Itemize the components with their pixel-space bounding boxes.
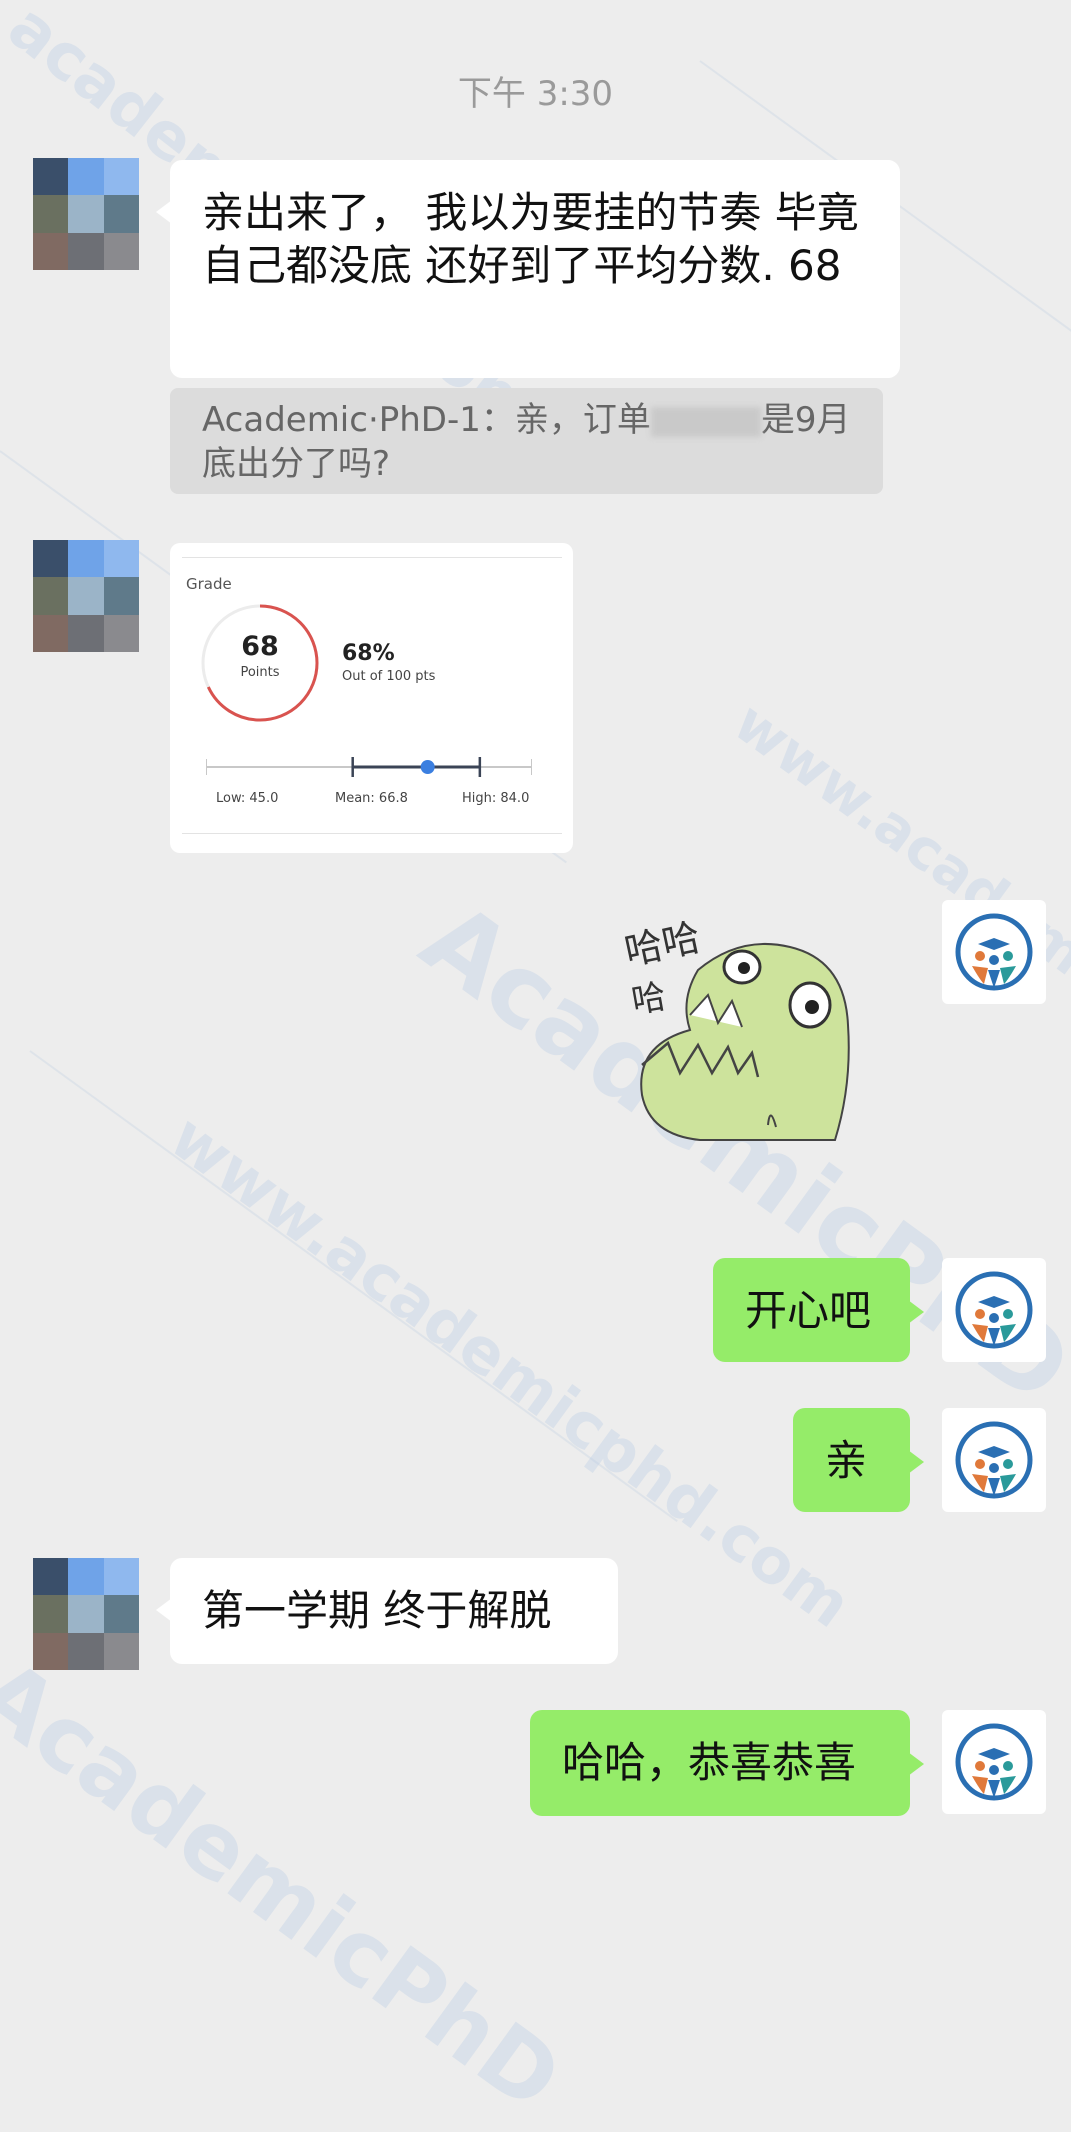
grade-points-label: Points bbox=[240, 665, 280, 680]
my-avatar[interactable] bbox=[942, 900, 1046, 1004]
redacted-order-number bbox=[650, 406, 761, 437]
grade-label: Grade bbox=[186, 575, 232, 593]
message-bubble[interactable]: 哈哈，恭喜恭喜 bbox=[530, 1710, 924, 1816]
grade-low-label: Low: 45.0 bbox=[216, 791, 279, 806]
my-avatar[interactable] bbox=[942, 1258, 1046, 1362]
grade-ring bbox=[201, 604, 319, 722]
message-bubble[interactable]: 亲 bbox=[793, 1408, 924, 1512]
my-avatar[interactable] bbox=[942, 1710, 1046, 1814]
message-bubble[interactable]: 开心吧 bbox=[713, 1258, 924, 1362]
contact-avatar[interactable] bbox=[33, 540, 139, 652]
message-text: 亲 bbox=[825, 1436, 868, 1485]
grade-out-of: Out of 100 pts bbox=[342, 669, 436, 684]
message-text: 开心吧 bbox=[745, 1286, 872, 1335]
quoted-message[interactable]: Academic·PhD-1：亲，订单 是9月底出分了吗? bbox=[170, 388, 883, 494]
academicphd-logo-icon bbox=[955, 1271, 1033, 1349]
message-text: 哈哈，恭喜恭喜 bbox=[562, 1738, 857, 1787]
grade-percent: 68% bbox=[342, 641, 395, 666]
laughing-dinosaur-sticker[interactable]: 哈哈 哈 bbox=[620, 905, 865, 1145]
sticker-text: 哈哈 bbox=[621, 915, 705, 974]
score-dot bbox=[420, 760, 435, 774]
grade-distribution-slider bbox=[206, 757, 532, 777]
grade-card-image[interactable]: Grade 68 Points 68% Out of 100 pts Low: … bbox=[170, 543, 573, 853]
contact-avatar[interactable] bbox=[33, 158, 139, 270]
sticker-text: 哈 bbox=[629, 977, 669, 1022]
grade-points: 68 bbox=[241, 631, 279, 662]
academicphd-logo-icon bbox=[955, 1421, 1033, 1499]
timestamp: 下午 3:30 bbox=[457, 74, 614, 114]
grade-mean-label: Mean: 66.8 bbox=[335, 791, 408, 806]
academicphd-logo-icon bbox=[955, 913, 1033, 991]
message-text: 亲出来了， 我以为要挂的节奏 毕竟自己都没底 还好到了平均分数. 68 bbox=[202, 188, 859, 290]
grade-high-label: High: 84.0 bbox=[462, 791, 530, 806]
watermark: AcademicPhD bbox=[0, 1640, 580, 2132]
contact-avatar[interactable] bbox=[33, 1558, 139, 1670]
message-bubble[interactable]: 亲出来了， 我以为要挂的节奏 毕竟自己都没底 还好到了平均分数. 68 bbox=[156, 160, 900, 378]
message-bubble[interactable]: 第一学期 终于解脱 bbox=[156, 1558, 618, 1664]
academicphd-logo-icon bbox=[955, 1723, 1033, 1801]
quote-text: Academic·PhD-1：亲，订单 bbox=[202, 400, 651, 440]
message-text: 第一学期 终于解脱 bbox=[202, 1586, 552, 1635]
my-avatar[interactable] bbox=[942, 1408, 1046, 1512]
